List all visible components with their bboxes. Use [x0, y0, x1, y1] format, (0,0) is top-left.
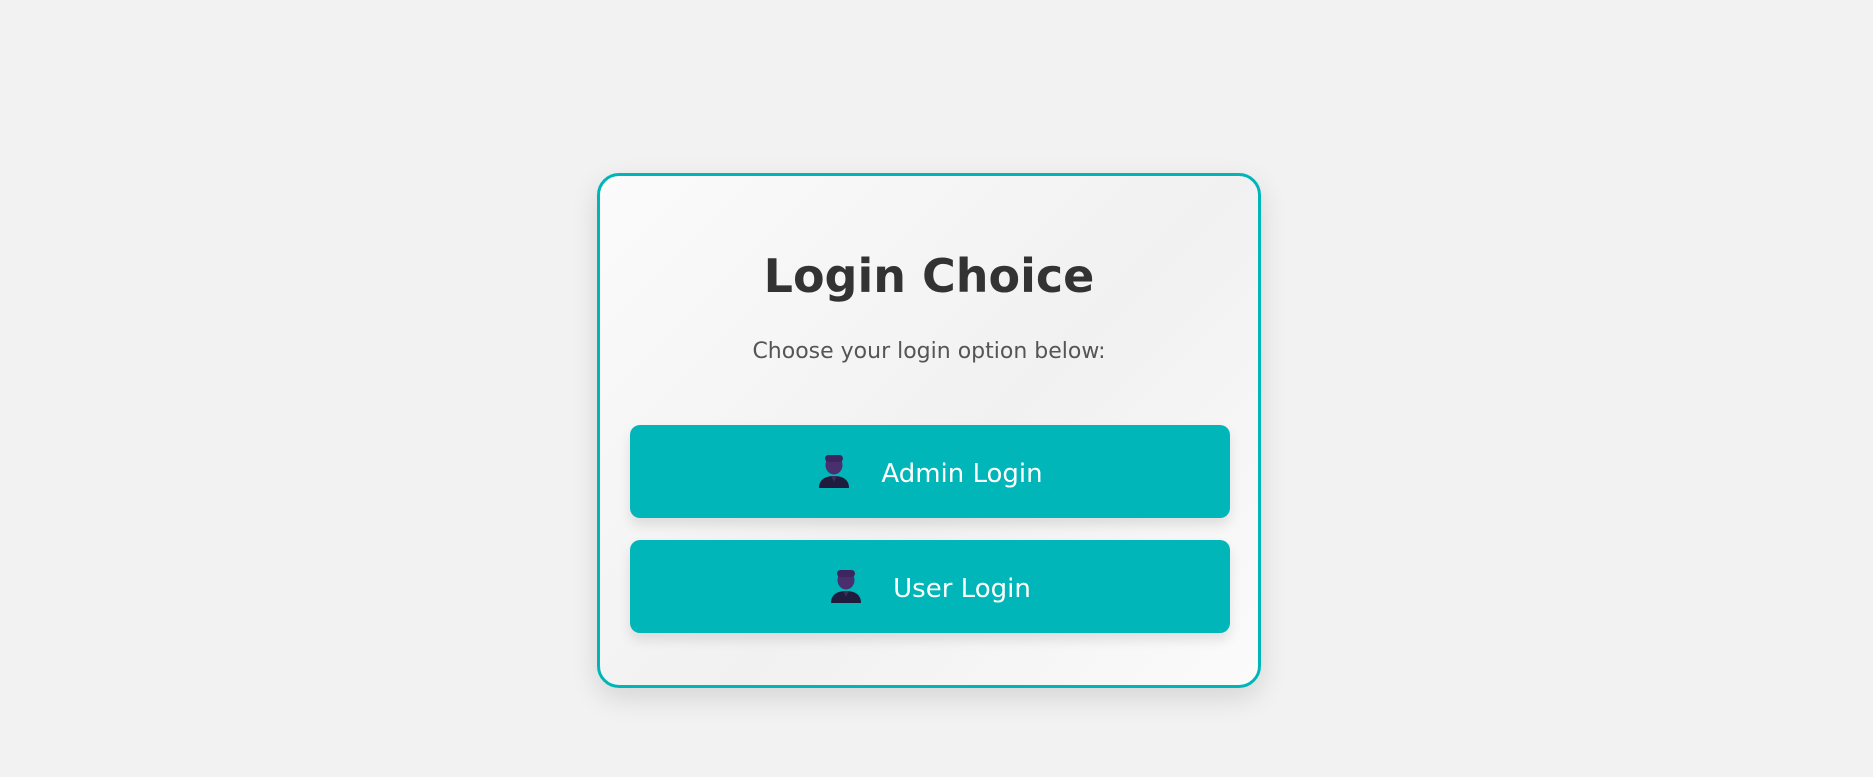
page-subtitle: Choose your login option below: [752, 339, 1106, 364]
admin-login-button[interactable]: Admin Login [630, 425, 1230, 518]
admin-login-label: Admin Login [881, 458, 1043, 489]
page: Login Choice Choose your login option be… [0, 0, 1873, 777]
user-login-label: User Login [893, 573, 1031, 604]
page-title: Login Choice [763, 249, 1095, 303]
user-icon [817, 452, 851, 488]
login-choice-card: Login Choice Choose your login option be… [597, 173, 1261, 688]
user-login-button[interactable]: User Login [630, 540, 1230, 633]
user-icon [829, 567, 863, 603]
